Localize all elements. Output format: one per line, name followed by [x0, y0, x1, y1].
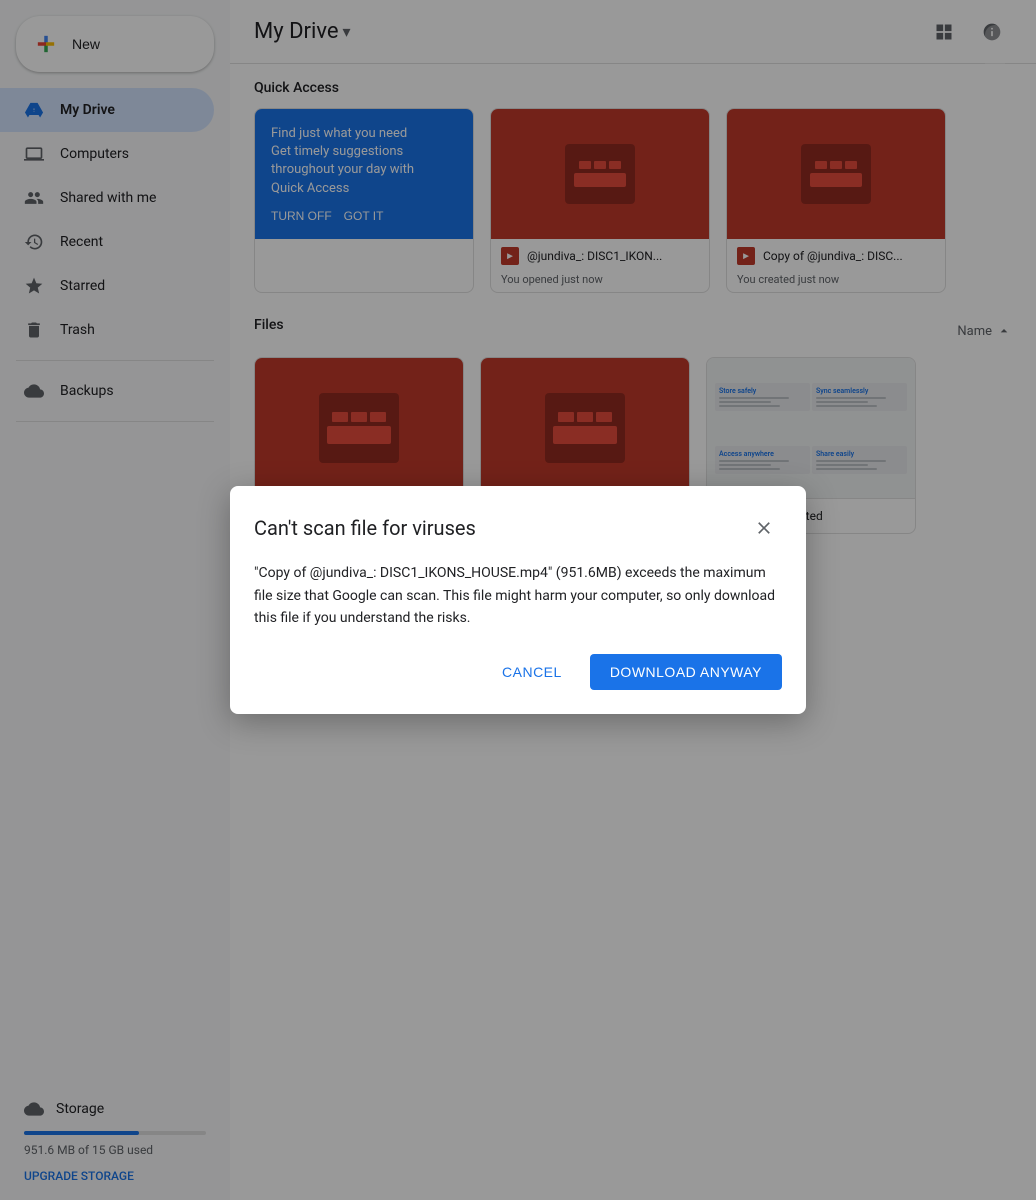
dialog-close-button[interactable] [746, 510, 782, 546]
app-container: New My Drive Computers Shared with me [0, 0, 1036, 1200]
close-icon [754, 518, 774, 538]
dialog-actions: CANCEL DOWNLOAD ANYWAY [254, 654, 782, 690]
dialog-overlay: Can't scan file for viruses "Copy of @ju… [0, 0, 1036, 1200]
dialog-body: "Copy of @jundiva_: DISC1_IKONS_HOUSE.mp… [254, 562, 782, 629]
dialog-header: Can't scan file for viruses [254, 510, 782, 546]
download-anyway-button[interactable]: DOWNLOAD ANYWAY [590, 654, 782, 690]
dialog-title: Can't scan file for viruses [254, 516, 476, 540]
cancel-button[interactable]: CANCEL [482, 654, 582, 690]
virus-scan-dialog: Can't scan file for viruses "Copy of @ju… [230, 486, 806, 713]
